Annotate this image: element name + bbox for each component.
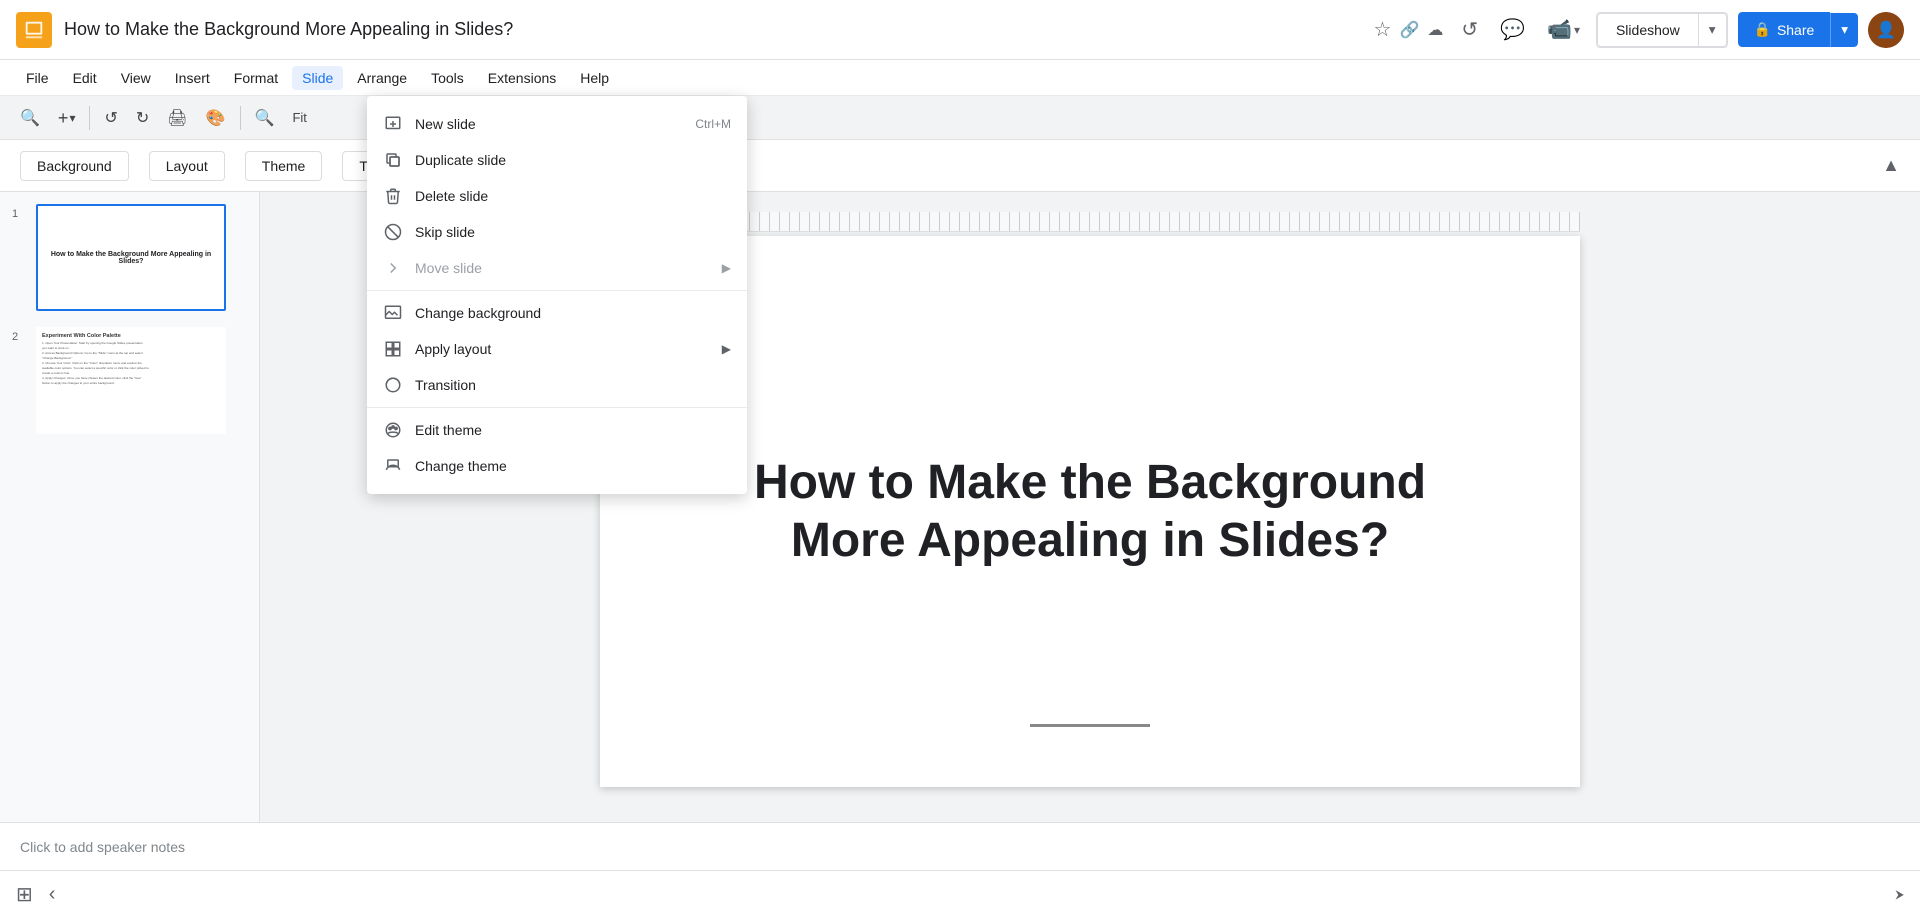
move-slide-arrow: ▶: [722, 261, 731, 275]
change-theme-label: Change theme: [415, 458, 507, 474]
transition-label: Transition: [415, 377, 476, 393]
menu-group-2: Change background Apply layout ▶: [367, 291, 747, 408]
delete-slide-label: Delete slide: [415, 188, 488, 204]
menu-skip-slide[interactable]: Skip slide: [367, 214, 747, 250]
duplicate-slide-icon: [383, 150, 403, 170]
menu-apply-layout[interactable]: Apply layout ▶: [367, 331, 747, 367]
menu-change-background[interactable]: Change background: [367, 295, 747, 331]
menu-delete-slide[interactable]: Delete slide: [367, 178, 747, 214]
menu-change-theme[interactable]: Change theme: [367, 448, 747, 484]
menu-group-3: Edit theme Change theme: [367, 408, 747, 488]
menu-move-slide: Move slide ▶: [367, 250, 747, 286]
apply-layout-arrow: ▶: [722, 342, 731, 356]
grid-view-button[interactable]: ⊞: [16, 882, 33, 907]
apply-layout-label: Apply layout: [415, 341, 491, 357]
delete-slide-icon: [383, 186, 403, 206]
menu-duplicate-slide[interactable]: Duplicate slide: [367, 142, 747, 178]
change-theme-icon: [383, 456, 403, 476]
edit-theme-label: Edit theme: [415, 422, 482, 438]
skip-slide-icon: [383, 222, 403, 242]
menu-overlay[interactable]: [0, 0, 1920, 870]
move-slide-icon: [383, 258, 403, 278]
collapse-panel-button[interactable]: ‹: [49, 883, 56, 906]
change-background-label: Change background: [415, 305, 541, 321]
duplicate-slide-label: Duplicate slide: [415, 152, 506, 168]
new-slide-icon: [383, 114, 403, 134]
transition-icon: [383, 375, 403, 395]
edit-theme-icon: [383, 420, 403, 440]
move-slide-label: Move slide: [415, 260, 482, 276]
bottom-toolbar: ⊞ ‹ ⮞: [0, 870, 1920, 918]
menu-new-slide[interactable]: New slide Ctrl+M: [367, 106, 747, 142]
page-indicator: ⮞: [1895, 887, 1904, 902]
menu-group-1: New slide Ctrl+M Duplicate slide: [367, 102, 747, 291]
menu-transition[interactable]: Transition: [367, 367, 747, 403]
skip-slide-label: Skip slide: [415, 224, 475, 240]
menu-edit-theme[interactable]: Edit theme: [367, 412, 747, 448]
slide-dropdown-menu: New slide Ctrl+M Duplicate slide: [367, 96, 747, 494]
change-background-icon: [383, 303, 403, 323]
new-slide-shortcut: Ctrl+M: [695, 117, 731, 131]
new-slide-label: New slide: [415, 116, 476, 132]
apply-layout-icon: [383, 339, 403, 359]
